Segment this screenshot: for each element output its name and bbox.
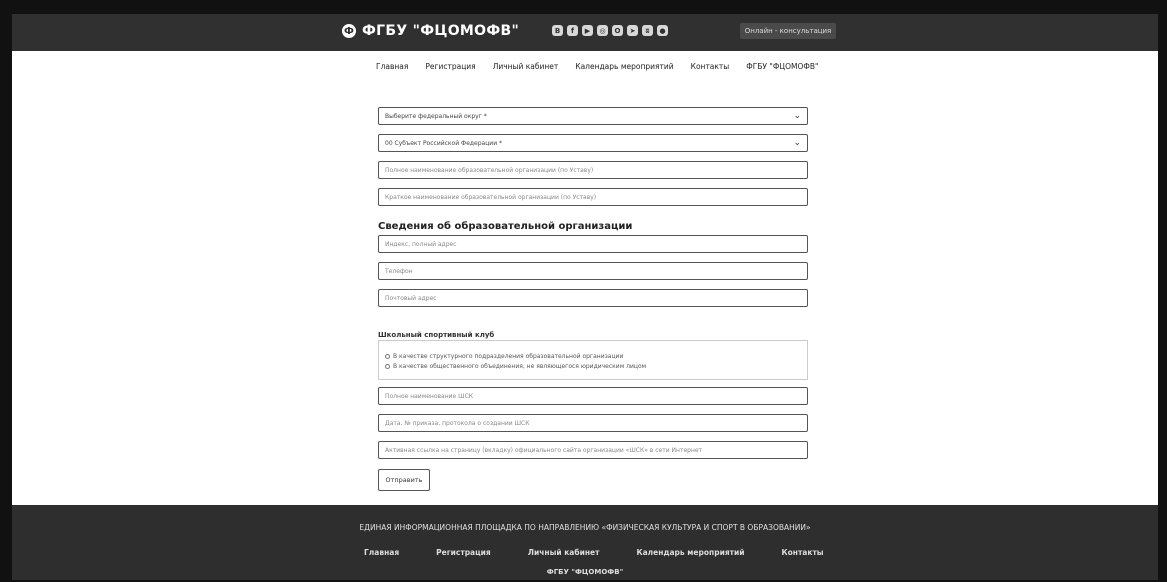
nav-item-org[interactable]: ФГБУ "ФЦОМОФВ" — [746, 62, 818, 71]
radio-icon — [385, 354, 390, 359]
youtube-icon[interactable]: ▶ — [582, 25, 593, 36]
logo-icon: Ф — [342, 24, 356, 38]
link-input[interactable]: Активная ссылка на страницу (вкладку) оф… — [378, 441, 808, 459]
footer-nav-calendar[interactable]: Календарь мероприятий — [636, 548, 744, 557]
nav-item-home[interactable]: Главная — [376, 62, 408, 71]
footer-nav: Главная Регистрация Личный кабинет Кален… — [364, 548, 824, 557]
club-option-label: В качестве общественного объединения, не… — [393, 363, 647, 370]
address-input[interactable]: Индекс, полный адрес — [378, 235, 808, 253]
nav-item-contacts[interactable]: Контакты — [691, 62, 730, 71]
telegram-icon[interactable]: ➤ — [627, 25, 638, 36]
logo-text: ФГБУ "ФЦОМОФВ" — [362, 23, 520, 39]
ok-icon[interactable]: ● — [657, 25, 668, 36]
club-type-radio-group: В качестве структурного подразделения об… — [378, 340, 808, 380]
nav-item-account[interactable]: Личный кабинет — [493, 62, 559, 71]
main-nav: Главная Регистрация Личный кабинет Кален… — [376, 62, 818, 71]
social-links: В f ▶ ◎ О ➤ ʬ ● — [552, 25, 668, 36]
page: Ф ФГБУ "ФЦОМОФВ" В f ▶ ◎ О ➤ ʬ ● Онлайн … — [12, 14, 1158, 580]
submit-button[interactable]: Отправить — [378, 469, 430, 491]
footer-org[interactable]: ФГБУ "ФЦОМОФВ" — [12, 568, 1158, 576]
online-consultation-button[interactable]: Онлайн - консультация — [740, 23, 836, 39]
footer-nav-account[interactable]: Личный кабинет — [528, 548, 600, 557]
subject-value: 00 Субъект Российской Федерации * — [385, 139, 502, 147]
footer-nav-home[interactable]: Главная — [364, 548, 399, 557]
short-name-input[interactable]: Краткое наименование образовательной орг… — [378, 188, 808, 206]
club-option-structural[interactable]: В качестве структурного подразделения об… — [385, 353, 623, 360]
club-option-public[interactable]: В качестве общественного объединения, не… — [385, 363, 646, 370]
footer-nav-registration[interactable]: Регистрация — [436, 548, 491, 557]
club-title: Школьный спортивный клуб — [378, 331, 495, 339]
radio-icon — [385, 364, 390, 369]
chevron-down-icon: ⌄ — [793, 138, 801, 148]
vkontakte-icon[interactable]: ʬ — [642, 25, 653, 36]
chevron-down-icon: ⌄ — [793, 111, 801, 121]
order-input[interactable]: Дата, № приказа, протокола о создании ШС… — [378, 414, 808, 432]
logo[interactable]: Ф ФГБУ "ФЦОМОФВ" — [342, 23, 519, 39]
phone-input[interactable]: Телефон — [378, 262, 808, 280]
club-option-label: В качестве структурного подразделения об… — [393, 353, 624, 360]
email-input[interactable]: Почтовый адрес — [378, 289, 808, 307]
club-name-input[interactable]: Полное наименование ШСК — [378, 387, 808, 405]
section-title: Сведения об образовательной организации — [378, 221, 633, 232]
footer: ЕДИНАЯ ИНФОРМАЦИОННАЯ ПЛОЩАДКА ПО НАПРАВ… — [12, 505, 1158, 580]
odnoklassniki-icon[interactable]: О — [612, 25, 623, 36]
instagram-icon[interactable]: ◎ — [597, 25, 608, 36]
federal-district-select[interactable]: Выберите федеральный округ * ⌄ — [378, 107, 808, 125]
footer-nav-contacts[interactable]: Контакты — [782, 548, 824, 557]
federal-district-value: Выберите федеральный округ * — [385, 112, 487, 120]
subject-select[interactable]: 00 Субъект Российской Федерации * ⌄ — [378, 134, 808, 152]
nav-item-calendar[interactable]: Календарь мероприятий — [575, 62, 673, 71]
vk-icon[interactable]: В — [552, 25, 563, 36]
top-header: Ф ФГБУ "ФЦОМОФВ" В f ▶ ◎ О ➤ ʬ ● Онлайн … — [12, 14, 1158, 51]
facebook-icon[interactable]: f — [567, 25, 578, 36]
nav-item-registration[interactable]: Регистрация — [425, 62, 475, 71]
full-name-input[interactable]: Полное наименование образовательной орга… — [378, 161, 808, 179]
footer-tagline: ЕДИНАЯ ИНФОРМАЦИОННАЯ ПЛОЩАДКА ПО НАПРАВ… — [359, 523, 811, 532]
